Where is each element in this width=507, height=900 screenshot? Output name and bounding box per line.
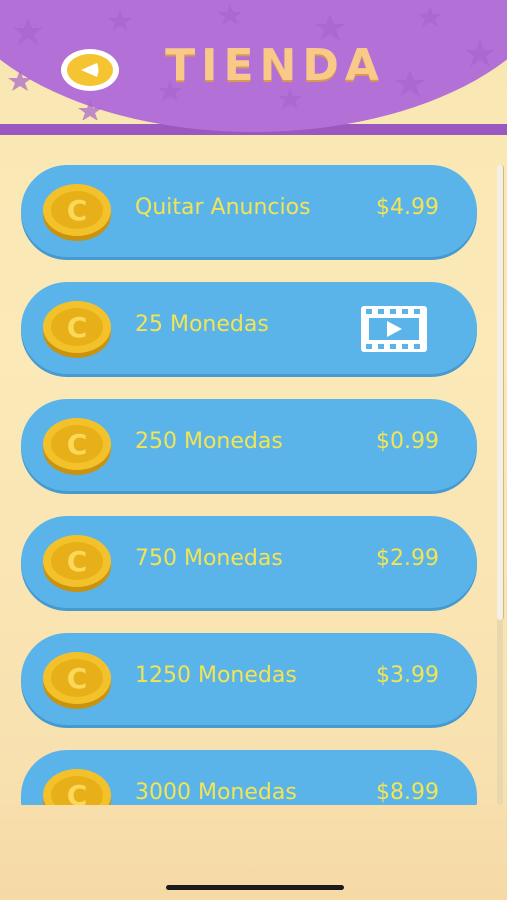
- item-label: 1250 Monedas: [135, 663, 297, 688]
- item-label: Quitar Anuncios: [135, 195, 311, 220]
- svg-text:C: C: [67, 545, 88, 578]
- item-price: $3.99: [376, 663, 439, 688]
- coin-icon: C: [43, 535, 111, 592]
- back-button[interactable]: [61, 49, 119, 91]
- shop-item-250-coins[interactable]: C 250 Monedas $0.99: [21, 399, 477, 491]
- shop-item-25-coins[interactable]: C 25 Monedas: [21, 282, 477, 374]
- item-label: 250 Monedas: [135, 429, 283, 454]
- coin-icon: C: [43, 184, 111, 241]
- shop-item-3000-coins[interactable]: C 3000 Monedas $8.99: [21, 750, 477, 805]
- item-price: $2.99: [376, 546, 439, 571]
- item-price: $4.99: [376, 195, 439, 220]
- video-ad-icon[interactable]: [359, 304, 429, 354]
- home-indicator[interactable]: [166, 885, 344, 890]
- item-label: 3000 Monedas: [135, 780, 297, 805]
- item-price: $0.99: [376, 429, 439, 454]
- header: TIENDA: [0, 0, 507, 135]
- coin-icon: C: [43, 652, 111, 709]
- scrollbar-thumb[interactable]: [497, 165, 504, 620]
- coin-icon: C: [43, 301, 111, 358]
- item-label: 25 Monedas: [135, 312, 269, 337]
- shop-list[interactable]: C Quitar Anuncios $4.99 C 25 Monedas C 2…: [0, 135, 507, 805]
- page-title: TIENDA: [165, 40, 385, 91]
- svg-text:C: C: [67, 662, 88, 695]
- item-label: 750 Monedas: [135, 546, 283, 571]
- shop-item-750-coins[interactable]: C 750 Monedas $2.99: [21, 516, 477, 608]
- item-price: $8.99: [376, 780, 439, 805]
- scrollbar[interactable]: [497, 165, 504, 805]
- svg-text:C: C: [67, 194, 88, 227]
- coin-icon: C: [43, 769, 111, 805]
- shop-item-1250-coins[interactable]: C 1250 Monedas $3.99: [21, 633, 477, 725]
- shop-item-remove-ads[interactable]: C Quitar Anuncios $4.99: [21, 165, 477, 257]
- coin-icon: C: [43, 418, 111, 475]
- svg-text:C: C: [67, 779, 88, 805]
- svg-text:C: C: [67, 428, 88, 461]
- svg-text:C: C: [67, 311, 88, 344]
- back-arrow-icon: [67, 54, 113, 86]
